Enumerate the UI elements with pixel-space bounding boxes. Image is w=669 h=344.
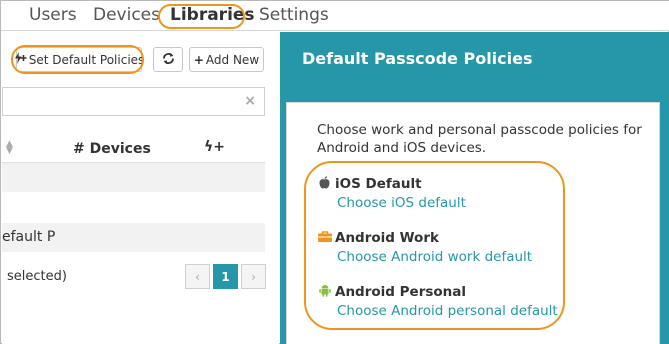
add-new-button[interactable]: + Add New: [189, 47, 264, 72]
search-input[interactable]: ×: [2, 87, 265, 116]
pagination-page-button[interactable]: 1: [213, 264, 238, 289]
panel-description: Choose work and personal passcode polici…: [317, 122, 642, 156]
pagination-next-button[interactable]: ›: [241, 264, 266, 289]
tab-settings[interactable]: Settings: [259, 5, 329, 25]
policies-highlight: [304, 161, 565, 330]
table-row-text: efault P: [2, 229, 56, 245]
pagination-prev-button[interactable]: ‹: [185, 264, 210, 289]
panel-title: Default Passcode Policies: [302, 49, 533, 68]
refresh-icon: [162, 52, 175, 68]
column-flash-plus[interactable]: ϟ+: [204, 139, 225, 155]
table-row[interactable]: [2, 163, 265, 192]
add-new-label: Add New: [205, 52, 260, 67]
tab-users[interactable]: Users: [29, 5, 77, 25]
sort-icon[interactable]: ▲ ▼: [6, 140, 13, 156]
column-devices[interactable]: # Devices: [73, 141, 151, 157]
table-row[interactable]: efault P: [2, 223, 265, 252]
window-frame: Users Devices Libraries Settings Set Def…: [0, 0, 669, 344]
selection-count: selected): [7, 269, 67, 284]
refresh-button[interactable]: [153, 47, 183, 72]
table-row[interactable]: [2, 192, 265, 221]
table-header: ▲ ▼ # Devices ϟ+: [2, 133, 265, 163]
top-nav: Users Devices Libraries Settings: [1, 1, 669, 31]
library-list-panel: Set Default Policies + Add New × ▲ ▼ # De…: [2, 32, 279, 344]
clear-search-icon[interactable]: ×: [244, 93, 256, 109]
set-default-highlight: [11, 45, 144, 74]
plus-icon: +: [193, 52, 204, 67]
libraries-tab-highlight: [158, 4, 245, 29]
tab-devices[interactable]: Devices: [93, 5, 160, 25]
